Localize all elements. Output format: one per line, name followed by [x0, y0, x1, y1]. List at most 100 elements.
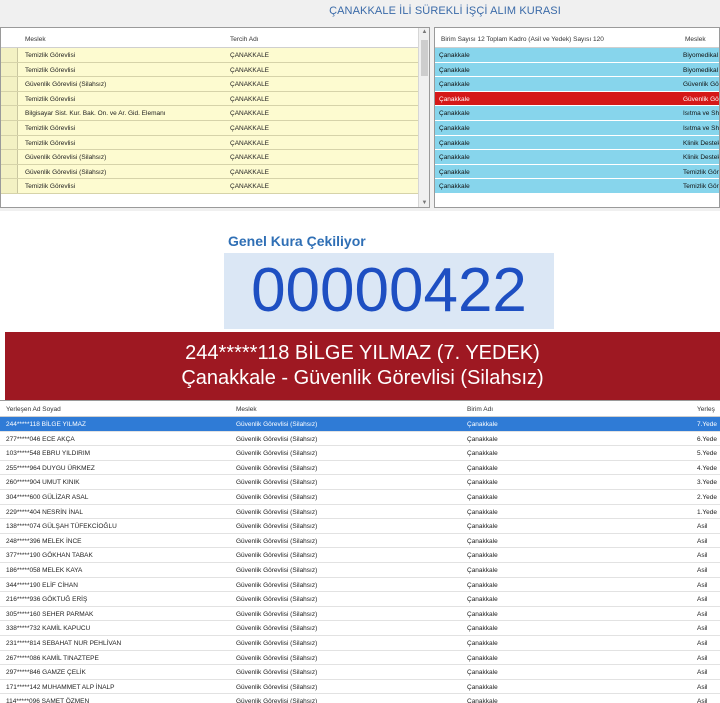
preference-grid[interactable]: Meslek Tercih Adı Temizlik Görevlisi ÇANA… [0, 27, 430, 208]
results-grid[interactable]: Yerleşen Ad Soyad Meslek Birim Adı Yerle… [0, 400, 720, 703]
table-row[interactable]: Temizlik Görevlisi ÇANAKKALE [1, 91, 419, 107]
cell-birim: Çanakkale [467, 552, 498, 560]
cell-birim: Çanakkale [467, 625, 498, 633]
table-row[interactable]: 248*****396 MELEK İNCE Güvenlik Görevlisi… [0, 533, 720, 549]
unit-grid[interactable]: Birim Sayısı 12 Toplam Kadro (Asil ve Ye… [434, 27, 720, 208]
cell-birim: Çanakkale [439, 168, 470, 176]
cell-tercih: ÇANAKKALE [230, 168, 270, 176]
table-row[interactable]: 186*****058 MELEK KAYA Güvenlik Görevlisi… [0, 562, 720, 578]
table-row-selected[interactable]: 244*****118 BİLGE YILMAZ Güvenlik Görevli… [0, 417, 720, 432]
table-row[interactable]: 216*****936 GÖKTUĞ ERİŞ Güvenlik Görevlis… [0, 592, 720, 607]
table-row[interactable]: 229*****404 NESRİN İNAL Güvenlik Görevlis… [0, 504, 720, 520]
cell-meslek: Güvenlik Görevlisi (Silahsız) [236, 493, 318, 501]
table-row[interactable]: Çanakkale Klinik Destek [435, 150, 719, 165]
table-row[interactable]: Çanakkale Temizlik Göre [435, 179, 719, 194]
table-row[interactable]: Temizlik Görevlisi ÇANAKKALE [1, 48, 419, 63]
row-selector[interactable] [1, 48, 18, 62]
cell-ad-soyad: 338*****732 KAMİL KAPUCU [6, 625, 91, 633]
row-selector[interactable] [1, 106, 18, 120]
cell-birim: Çanakkale [439, 110, 470, 118]
row-selector[interactable] [1, 120, 18, 135]
scroll-down-icon[interactable]: ▼ [419, 200, 429, 206]
table-row[interactable]: Güvenlik Görevlisi (Silahsız) ÇANAKKALE [1, 164, 419, 180]
table-row[interactable]: Çanakkale Isıtma ve Sh [435, 106, 719, 121]
cell-meslek: Güvenlik Görevlisi (Silahsız) [236, 610, 318, 618]
table-row[interactable]: 267*****086 KAMİL TINAZTEPE Güvenlik Göre… [0, 650, 720, 666]
cell-yerlesme: Asil [697, 610, 708, 618]
scroll-thumb[interactable] [421, 40, 428, 76]
cell-ad-soyad: 114*****096 SAMET ÖZMEN [6, 698, 90, 703]
cell-meslek: Güvenlik Görevlisi (Silahsız) [236, 450, 318, 458]
preference-grid-header: Meslek Tercih Adı [1, 28, 419, 48]
results-grid-header: Yerleşen Ad Soyad Meslek Birim Adı Yerle… [0, 401, 720, 417]
table-row[interactable]: Çanakkale Biyomedikal [435, 48, 719, 63]
cell-yerlesme: Asil [697, 625, 708, 633]
row-selector[interactable] [1, 91, 18, 106]
table-row[interactable]: Güvenlik Görevlisi (Silahsız) ÇANAKKALE [1, 150, 419, 165]
cell-meslek: Güvenlik Görevlisi (Silahsız) [236, 421, 318, 428]
cell-ad-soyad: 255*****964 DUYGU ÜRKMEZ [6, 464, 95, 472]
row-selector[interactable] [1, 62, 18, 77]
cell-yerlesme: Asil [697, 698, 708, 703]
column-header-tercih-adi[interactable]: Tercih Adı [230, 36, 259, 43]
table-row[interactable]: 114*****096 SAMET ÖZMEN Güvenlik Görevlis… [0, 694, 720, 703]
cell-meslek: Temizlik Görevlisi [25, 183, 76, 191]
table-row[interactable]: Çanakkale Temizlik Gör [435, 164, 719, 180]
cell-birim: Çanakkale [439, 183, 470, 191]
cell-meslek: Güvenlik Görevlisi (Silahsız) [236, 581, 318, 589]
column-header-ad-soyad[interactable]: Yerleşen Ad Soyad [6, 406, 61, 413]
cell-birim: Çanakkale [439, 66, 470, 74]
cell-meslek: Güvenlik Görevlisi (Silahsız) [236, 537, 318, 545]
table-row[interactable]: Temizlik Görevlisi ÇANAKKALE [1, 135, 419, 151]
table-row-selected[interactable]: Çanakkale Güvenlik Gö [435, 91, 719, 107]
cell-birim: Çanakkale [439, 124, 470, 132]
table-row[interactable]: 103*****548 EBRU YILDIRIM Güvenlik Görevl… [0, 446, 720, 461]
cell-birim: Çanakkale [467, 508, 498, 516]
cell-birim: Çanakkale [467, 523, 498, 531]
scroll-up-icon[interactable]: ▲ [419, 29, 429, 35]
table-row[interactable]: Temizlik Görevlisi ÇANAKKALE [1, 120, 419, 136]
table-row[interactable]: 377*****190 GÖKHAN TABAK Güvenlik Görevli… [0, 548, 720, 563]
table-row[interactable]: 344*****190 ELİF CİHAN Güvenlik Görevlisi… [0, 577, 720, 593]
table-row[interactable]: 304*****600 GÜLİZAR ASAL Güvenlik Görevli… [0, 489, 720, 505]
row-selector[interactable] [1, 135, 18, 150]
cell-meslek: Güvenlik Görevlisi (Silahsız) [236, 625, 318, 633]
column-header-yerlesme[interactable]: Yerleş [697, 406, 715, 413]
preference-grid-scrollbar[interactable]: ▲ ▼ [418, 28, 429, 207]
table-row[interactable]: Bilgisayar Sist. Kur. Bak. On. ve Ar. Gi… [1, 106, 419, 121]
table-row[interactable]: 338*****732 KAMİL KAPUCU Güvenlik Görevli… [0, 621, 720, 636]
table-row[interactable]: Temizlik Görevlisi ÇANAKKALE [1, 62, 419, 78]
cell-ad-soyad: 231*****814 SEBAHAT NUR PEHLİVAN [6, 639, 122, 647]
cell-ad-soyad: 377*****190 GÖKHAN TABAK [6, 552, 93, 560]
row-selector[interactable] [1, 164, 18, 179]
cell-meslek: Güvenlik Görevlisi (Silahsız) [236, 523, 318, 531]
column-header-meslek[interactable]: Meslek [25, 36, 46, 43]
table-row[interactable]: 260*****904 UMUT KINIK Güvenlik Görevlisi… [0, 475, 720, 490]
row-selector[interactable] [1, 150, 18, 164]
table-row[interactable]: 297*****846 GAMZE ÇELİK Güvenlik Görevlis… [0, 665, 720, 680]
table-row[interactable]: Çanakkale Isıtma ve Sh [435, 120, 719, 136]
table-row[interactable]: 138*****074 GÜLŞAH TÜFEKCİOĞLU Güvenlik G… [0, 519, 720, 534]
table-row[interactable]: 305*****160 SEHER PARMAK Güvenlik Görevli… [0, 606, 720, 622]
table-row[interactable]: Çanakkale Güvenlik Gö [435, 77, 719, 92]
row-selector[interactable] [1, 179, 18, 193]
results-grid-rows: 244*****118 BİLGE YILMAZ Güvenlik Görevli… [0, 417, 720, 703]
table-row[interactable]: 171*****142 MUHAMMET ALP İNALP Güvenlik G… [0, 679, 720, 695]
table-row[interactable]: Güvenlik Görevlisi (Silahsız) ÇANAKKALE [1, 77, 419, 92]
table-row[interactable]: 231*****814 SEBAHAT NUR PEHLİVAN Güvenlik… [0, 635, 720, 651]
cell-ad-soyad: 248*****396 MELEK İNCE [6, 537, 82, 545]
row-selector[interactable] [1, 77, 18, 91]
table-row[interactable]: 277*****046 ECE AKÇA Güvenlik Görevlisi (… [0, 431, 720, 447]
table-row[interactable]: 255*****964 DUYGU ÜRKMEZ Güvenlik Görevli… [0, 460, 720, 476]
cell-birim: Çanakkale [467, 610, 498, 618]
column-header-meslek[interactable]: Meslek [685, 36, 706, 43]
cell-birim: Çanakkale [467, 654, 498, 662]
column-header-birim[interactable]: Birim Adı [467, 406, 493, 413]
table-row[interactable]: Çanakkale Klinik Destek [435, 135, 719, 151]
app-title: ÇANAKKALE İLİ SÜREKLİ İŞÇİ ALIM KURASI [329, 5, 561, 17]
cell-yerlesme: Asil [697, 683, 708, 691]
cell-birim: Çanakkale [467, 683, 498, 691]
table-row[interactable]: Temizlik Görevlisi ÇANAKKALE [1, 179, 419, 194]
column-header-meslek[interactable]: Meslek [236, 406, 257, 413]
table-row[interactable]: Çanakkale Biyomedikal [435, 62, 719, 78]
